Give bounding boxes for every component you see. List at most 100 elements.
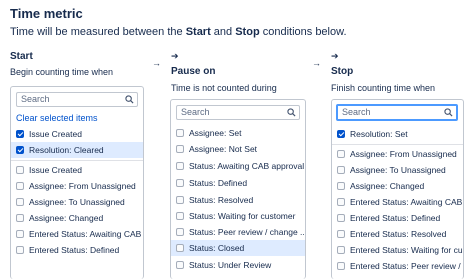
- checkbox-checked[interactable]: [337, 130, 345, 138]
- list-item-selected[interactable]: Issue Created: [11, 126, 143, 142]
- list-item[interactable]: Assignee: To Unassigned: [11, 194, 143, 210]
- list-item[interactable]: Entered Status: Defined: [332, 210, 463, 226]
- list-item[interactable]: Assignee: Set: [171, 125, 305, 141]
- checkbox[interactable]: [176, 145, 184, 153]
- list-item[interactable]: Status: Resolved: [171, 192, 305, 208]
- list-item-label: Assignee: Changed: [350, 181, 425, 191]
- list-item[interactable]: Assignee: From Unassigned: [332, 146, 463, 162]
- checkbox[interactable]: [16, 214, 24, 222]
- checkbox[interactable]: [176, 212, 184, 220]
- checkbox[interactable]: [337, 214, 345, 222]
- list-item-label: Entered Status: Resolved: [350, 229, 447, 239]
- checkbox[interactable]: [16, 230, 24, 238]
- checkbox[interactable]: [337, 166, 345, 174]
- checkbox[interactable]: [337, 198, 345, 206]
- list-item[interactable]: Entered Status: Waiting for cu...: [332, 242, 463, 258]
- list-item-label: Assignee: Set: [189, 128, 242, 138]
- search-placeholder: Search: [342, 107, 371, 117]
- list-item-label: Status: Closed: [189, 243, 245, 253]
- list-item-label: Entered Status: Peer review / c...: [350, 261, 463, 271]
- checkbox[interactable]: [16, 198, 24, 206]
- list-item[interactable]: Entered Status: Defined: [11, 242, 143, 258]
- stop-list-box: Search Resolution: Set Assignee: From Un…: [331, 99, 464, 279]
- list-item-label: Assignee: Not Set: [189, 144, 258, 154]
- checkbox[interactable]: [176, 162, 184, 170]
- list-item-selected[interactable]: Resolution: Set: [332, 126, 463, 142]
- start-search-input[interactable]: Search: [16, 92, 138, 107]
- list-item[interactable]: Issue Created: [11, 162, 143, 178]
- checkbox[interactable]: [176, 196, 184, 204]
- checkbox[interactable]: [16, 246, 24, 254]
- list-item-selected[interactable]: Resolution: Cleared: [11, 142, 143, 158]
- pause-subtitle: Time is not counted during: [171, 83, 277, 93]
- checkbox-checked[interactable]: [16, 146, 24, 154]
- checkbox[interactable]: [176, 228, 184, 236]
- list-item-label: Entered Status: Defined: [29, 245, 120, 255]
- list-item[interactable]: Entered Status: Awaiting CAB ...: [332, 194, 463, 210]
- list-item[interactable]: Assignee: Not Set: [171, 141, 305, 157]
- list-item-label: Entered Status: Waiting for cu...: [350, 245, 463, 255]
- search-icon: [444, 108, 453, 117]
- checkbox[interactable]: [176, 129, 184, 137]
- checkbox[interactable]: [337, 246, 345, 254]
- clear-selected-link[interactable]: Clear selected items: [16, 113, 98, 123]
- list-item-label: Resolution: Set: [350, 129, 408, 139]
- checkbox[interactable]: [337, 150, 345, 158]
- checkbox[interactable]: [176, 179, 184, 187]
- list-item[interactable]: Assignee: Changed: [332, 178, 463, 194]
- checkbox[interactable]: [176, 244, 184, 252]
- arrow-right-icon: →: [152, 58, 161, 68]
- desc-start-bold: Start: [185, 26, 211, 38]
- list-item[interactable]: Entered Status: Resolved: [332, 226, 463, 242]
- list-item-label: Status: Waiting for customer: [189, 211, 296, 221]
- list-item[interactable]: Entered Status: Awaiting CAB a...: [11, 226, 143, 242]
- checkbox[interactable]: [337, 230, 345, 238]
- search-placeholder: Search: [21, 94, 50, 104]
- desc-text-end: conditions below.: [259, 26, 347, 38]
- list-item-hovered[interactable]: Status: Closed: [171, 240, 305, 256]
- pause-heading: Pause on: [171, 66, 216, 77]
- list-item[interactable]: Status: Waiting for customer: [171, 208, 305, 224]
- list-item-label: Resolution: Cleared: [29, 145, 104, 155]
- checkbox[interactable]: [16, 166, 24, 174]
- list-item[interactable]: Status: Peer review / change ...: [171, 224, 305, 240]
- list-item[interactable]: Status: Under Review: [171, 257, 305, 273]
- section-description: Time will be measured between the Start …: [10, 26, 347, 38]
- divider: [332, 144, 463, 145]
- checkbox[interactable]: [337, 262, 345, 270]
- list-item-label: Status: Defined: [189, 178, 248, 188]
- checkbox[interactable]: [16, 182, 24, 190]
- desc-text-mid: and: [210, 26, 236, 38]
- checkbox[interactable]: [176, 261, 184, 269]
- start-column: Start Begin counting time when: [10, 50, 140, 78]
- checkbox[interactable]: [337, 182, 345, 190]
- list-item-label: Issue Created: [29, 165, 82, 175]
- list-item[interactable]: Entered Status: Peer review / c...: [332, 258, 463, 274]
- arrow-right-icon: →: [312, 58, 321, 68]
- divider: [11, 160, 143, 161]
- stop-search-input[interactable]: Search: [336, 104, 458, 121]
- desc-stop-bold: Stop: [235, 26, 260, 38]
- start-subtitle: Begin counting time when: [10, 67, 114, 77]
- section-title: Time metric: [10, 6, 83, 21]
- start-list-box: Search Clear selected items Issue Create…: [10, 86, 144, 279]
- list-item[interactable]: Status: Defined: [171, 175, 305, 191]
- list-item-label: Status: Peer review / change ...: [189, 227, 305, 237]
- list-item-label: Assignee: From Unassigned: [350, 149, 457, 159]
- desc-text: Time will be measured between the: [10, 26, 186, 38]
- stop-subtitle: Finish counting time when: [331, 83, 436, 93]
- list-item[interactable]: Status: Awaiting CAB approval: [171, 158, 305, 174]
- list-item-label: Assignee: Changed: [29, 213, 104, 223]
- pause-search-input[interactable]: Search: [176, 105, 300, 120]
- arrow-right-icon: ➔: [171, 51, 179, 61]
- list-item-label: Assignee: From Unassigned: [29, 181, 136, 191]
- list-item[interactable]: Assignee: Changed: [11, 210, 143, 226]
- pause-list-box: Search Assignee: Set Assignee: Not Set S…: [170, 99, 306, 279]
- list-item-label: Status: Resolved: [189, 195, 254, 205]
- list-item[interactable]: Assignee: To Unassigned: [332, 162, 463, 178]
- list-item[interactable]: Assignee: From Unassigned: [11, 178, 143, 194]
- list-item-label: Issue Created: [29, 129, 82, 139]
- search-icon: [287, 108, 296, 117]
- checkbox-checked[interactable]: [16, 130, 24, 138]
- search-placeholder: Search: [181, 107, 210, 117]
